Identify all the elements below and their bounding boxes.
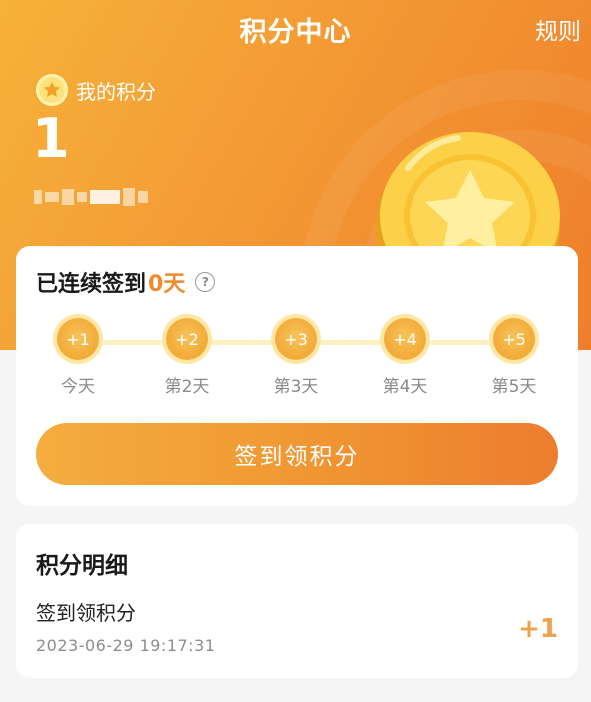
reward-coin: +4: [384, 318, 426, 360]
record-timestamp: 2023-06-29 19:17:31: [36, 636, 216, 655]
points-detail-card: 积分明细 签到领积分 2023-06-29 19:17:31 +1: [16, 524, 578, 678]
reward-coin: +1: [57, 318, 99, 360]
day-label: 今天: [61, 377, 95, 397]
rules-link[interactable]: 规则: [535, 12, 581, 46]
day-label: 第3天: [273, 377, 319, 397]
checkin-day-5: +5 第5天: [479, 318, 549, 397]
record-points-change: +1: [518, 614, 558, 644]
day-label: 第2天: [164, 377, 210, 397]
streak-days: 0天: [148, 272, 186, 297]
my-points-row: 我的积分: [36, 74, 156, 106]
page-title: 积分中心: [239, 17, 352, 48]
day-label: 第5天: [491, 377, 537, 397]
star-icon: [36, 74, 68, 106]
my-points-label: 我的积分: [76, 79, 156, 104]
checkin-day-1: +1 今天: [43, 318, 113, 397]
reward-coin: +2: [166, 318, 208, 360]
checkin-day-4: +4 第4天: [370, 318, 440, 397]
record-name: 签到领积分: [36, 601, 136, 625]
reward-coin: +5: [493, 318, 535, 360]
points-detail-title: 积分明细: [36, 553, 128, 579]
day-label: 第4天: [382, 377, 428, 397]
points-balance: 1: [32, 107, 70, 170]
checkin-button[interactable]: 签到领积分: [36, 423, 558, 485]
redacted-text: [34, 188, 148, 206]
checkin-heading: 已连续签到 0天 ?: [36, 266, 216, 298]
checkin-heading-label: 已连续签到: [36, 272, 147, 297]
checkin-day-2: +2 第2天: [152, 318, 222, 397]
checkin-card: 已连续签到 0天 ? +1 今天 +2 第2天 +3 第3天 +4 第4天 +5…: [16, 246, 578, 506]
checkin-day-3: +3 第3天: [261, 318, 331, 397]
reward-coin: +3: [275, 318, 317, 360]
question-circle-icon[interactable]: ?: [195, 272, 216, 292]
